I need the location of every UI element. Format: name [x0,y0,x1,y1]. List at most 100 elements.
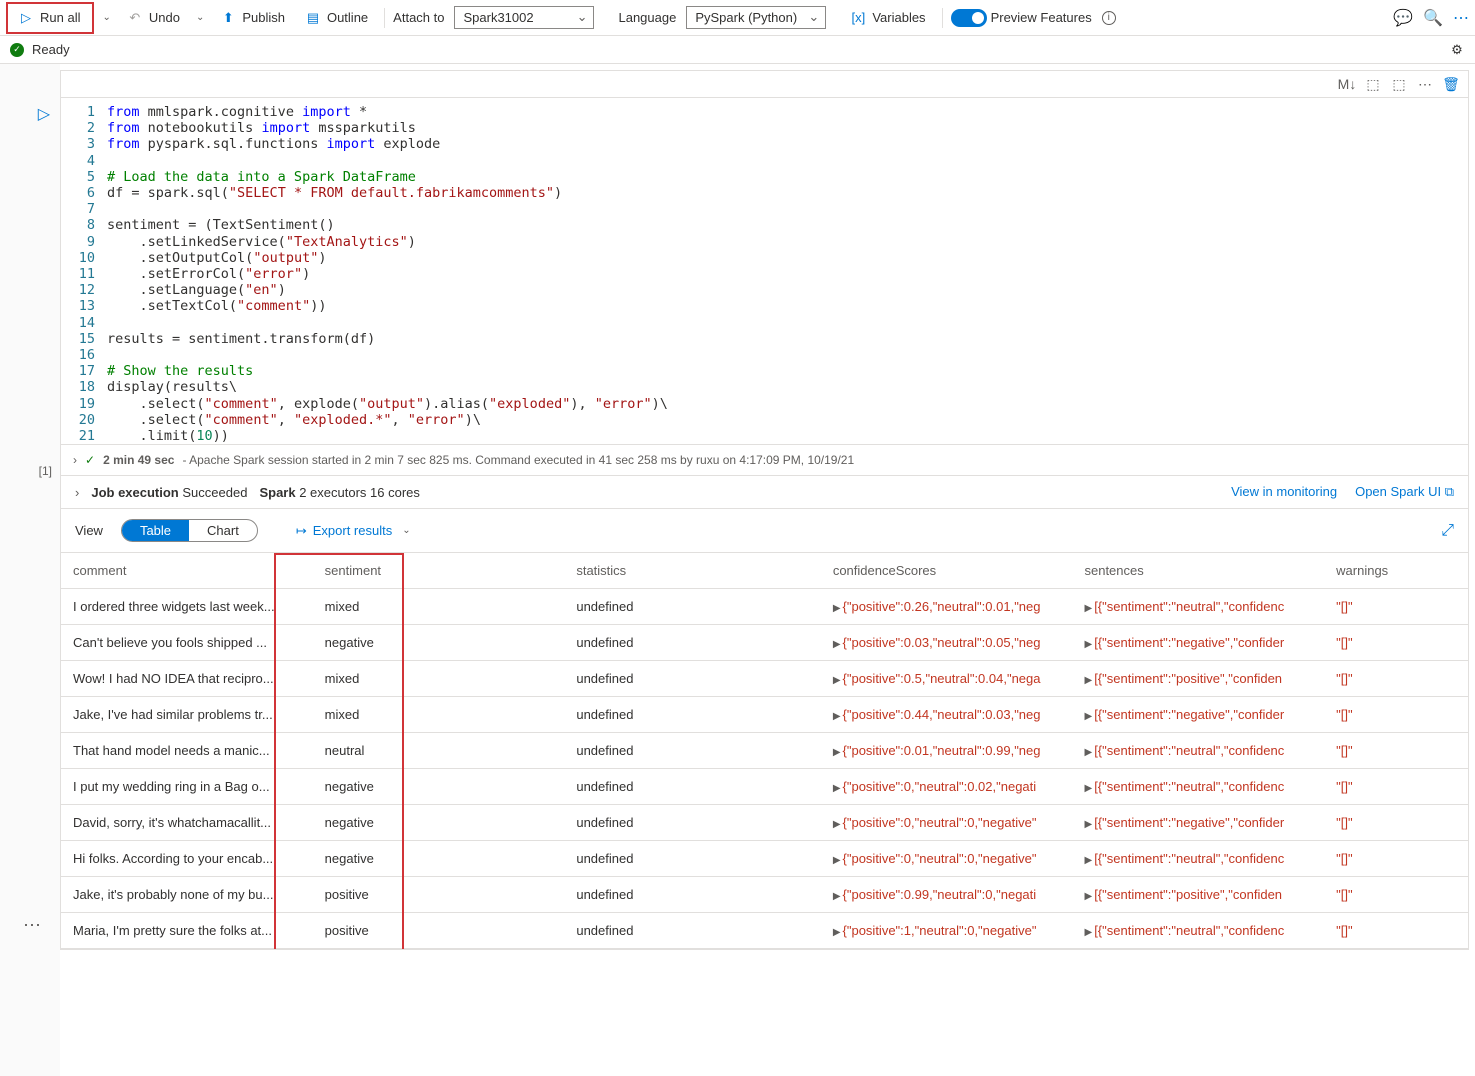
view-table-option[interactable]: Table [122,520,189,541]
cell-comment: I ordered three widgets last week... [61,589,313,625]
table-row[interactable]: Hi folks. According to your encab...nega… [61,841,1468,877]
status-ok-icon: ✓ [10,43,24,57]
attach-to-select[interactable]: Spark31002 [454,6,594,29]
publish-icon: ⬆ [220,10,236,26]
job-expand-chevron[interactable]: › [73,453,77,467]
external-link-icon: ⧉ [1445,484,1454,499]
separator [942,8,943,28]
export-label: Export results [313,523,392,538]
col-warnings[interactable]: warnings [1324,553,1468,589]
cell-confidence: ▶{"positive":0.99,"neutral":0,"negati [821,877,1073,913]
table-row[interactable]: I ordered three widgets last week...mixe… [61,589,1468,625]
undo-icon: ↶ [127,10,143,26]
collapse-input-icon[interactable]: ⬚ [1364,75,1382,93]
comment-icon[interactable]: 💬 [1393,8,1413,28]
delete-cell-icon[interactable]: 🗑 [1442,75,1460,93]
cell-statistics: undefined [564,697,820,733]
spark-detail: 2 executors 16 cores [299,485,420,500]
cell-confidence: ▶{"positive":0,"neutral":0.02,"negati [821,769,1073,805]
outline-icon: ▤ [305,10,321,26]
table-body: I ordered three widgets last week...mixe… [61,589,1468,949]
job-status: Succeeded [182,485,247,500]
line-numbers: 123456789101112131415161718192021 [61,104,107,444]
cell-comment: I put my wedding ring in a Bag o... [61,769,313,805]
table-row[interactable]: David, sorry, it's whatchamacallit...neg… [61,805,1468,841]
cell-warnings: "[]" [1324,877,1468,913]
toolbar-right: 💬 🔍 ⋯ [1393,8,1469,28]
table-row[interactable]: Can't believe you fools shipped ...negat… [61,625,1468,661]
language-select[interactable]: PySpark (Python) [686,6,826,29]
exec-detail: - Apache Spark session started in 2 min … [182,453,854,467]
cell-sentiment: negative [313,625,565,661]
cell-sentiment: mixed [313,661,565,697]
table-row[interactable]: I put my wedding ring in a Bag o...negat… [61,769,1468,805]
cell-sentiment: negative [313,841,565,877]
cell-comment: Can't believe you fools shipped ... [61,625,313,661]
settings-icon[interactable]: ⚙ [1449,42,1465,58]
col-confidence[interactable]: confidenceScores [821,553,1073,589]
overflow-icon[interactable]: ⋯ [1453,8,1469,28]
cell-sentiment: positive [313,877,565,913]
cell-sentiment: positive [313,913,565,949]
cell-confidence: ▶{"positive":0.01,"neutral":0.99,"neg [821,733,1073,769]
publish-button[interactable]: ⬆ Publish [212,6,293,30]
cell-statistics: undefined [564,769,820,805]
cell-sentences: ▶[{"sentiment":"negative","confider [1072,805,1324,841]
gutter-more-icon[interactable]: ⋯ [23,915,42,936]
table-row[interactable]: Wow! I had NO IDEA that recipro...mixedu… [61,661,1468,697]
run-dropdown-chevron[interactable]: ⌄ [98,12,114,23]
preview-toggle[interactable] [951,9,987,27]
col-statistics[interactable]: statistics [564,553,820,589]
code-cell[interactable]: 123456789101112131415161718192021 from m… [60,98,1469,445]
table-row[interactable]: Jake, I've had similar problems tr...mix… [61,697,1468,733]
info-icon[interactable]: i [1102,11,1116,25]
view-chart-option[interactable]: Chart [189,520,257,541]
cell-comment: That hand model needs a manic... [61,733,313,769]
binoculars-icon[interactable]: 🔍 [1423,8,1443,28]
col-sentences[interactable]: sentences [1072,553,1324,589]
outline-button[interactable]: ▤ Outline [297,6,376,30]
variables-button[interactable]: [x] Variables [842,6,933,30]
cell-comment: Jake, I've had similar problems tr... [61,697,313,733]
open-spark-ui-link[interactable]: Open Spark UI ⧉ [1355,484,1454,500]
cell-sentences: ▶[{"sentiment":"negative","confider [1072,697,1324,733]
cell-confidence: ▶{"positive":0.26,"neutral":0.01,"neg [821,589,1073,625]
notebook-panel: M↓ ⬚ ⬚ ⋯ 🗑 12345678910111213141516171819… [60,64,1475,1076]
cell-statistics: undefined [564,805,820,841]
collapse-output-icon[interactable]: ⬚ [1390,75,1408,93]
status-text: Ready [32,42,70,57]
cell-sentences: ▶[{"sentiment":"neutral","confidenc [1072,769,1324,805]
cell-comment: Jake, it's probably none of my bu... [61,877,313,913]
cell-statistics: undefined [564,661,820,697]
exec-duration: 2 min 49 sec [103,453,174,467]
spark-label: Spark [259,485,295,500]
job-expand-chevron[interactable]: › [75,485,79,500]
run-all-button[interactable]: ▷ Run all [10,6,88,30]
cell-sentiment: mixed [313,589,565,625]
markdown-toggle-icon[interactable]: M↓ [1338,75,1356,93]
run-cell-icon[interactable]: ▷ [38,104,50,124]
cell-statistics: undefined [564,913,820,949]
cell-confidence: ▶{"positive":0,"neutral":0,"negative" [821,805,1073,841]
cell-confidence: ▶{"positive":0,"neutral":0,"negative" [821,841,1073,877]
cell-warnings: "[]" [1324,769,1468,805]
results-table: comment sentiment statistics confidenceS… [60,553,1469,950]
expand-results-icon[interactable]: ⤢ [1441,522,1454,540]
variables-icon: [x] [850,10,866,26]
export-results-button[interactable]: ↦ Export results ⌄ [296,523,415,539]
table-row[interactable]: Jake, it's probably none of my bu...posi… [61,877,1468,913]
col-sentiment[interactable]: sentiment [313,553,565,589]
table-row[interactable]: Maria, I'm pretty sure the folks at...po… [61,913,1468,949]
undo-button[interactable]: ↶ Undo [119,6,188,30]
job-label: Job execution [91,485,178,500]
outline-label: Outline [327,10,368,25]
preview-label: Preview Features [991,10,1092,25]
undo-dropdown-chevron[interactable]: ⌄ [192,12,208,23]
view-monitoring-link[interactable]: View in monitoring [1231,484,1337,500]
cell-more-icon[interactable]: ⋯ [1416,75,1434,93]
col-comment[interactable]: comment [61,553,313,589]
code-editor[interactable]: from mmlspark.cognitive import *from not… [107,104,1468,444]
cell-sentences: ▶[{"sentiment":"neutral","confidenc [1072,733,1324,769]
cell-sentences: ▶[{"sentiment":"neutral","confidenc [1072,841,1324,877]
table-row[interactable]: That hand model needs a manic...neutralu… [61,733,1468,769]
